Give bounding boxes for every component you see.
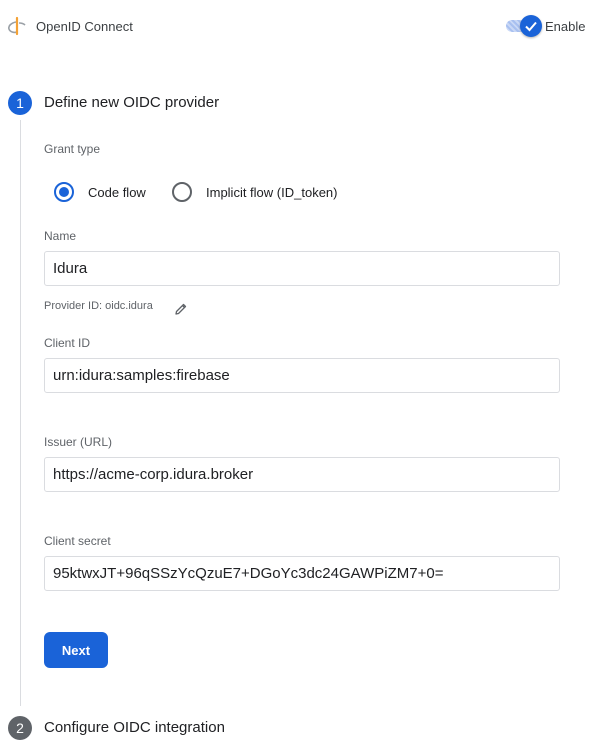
- pencil-icon[interactable]: [174, 302, 188, 316]
- enable-toggle[interactable]: [504, 15, 542, 37]
- issuer-url-input[interactable]: [44, 457, 560, 492]
- issuer-url-label: Issuer (URL): [44, 435, 113, 449]
- client-id-label: Client ID: [44, 336, 91, 350]
- step-1-number: 1: [8, 91, 32, 115]
- next-button[interactable]: Next: [44, 632, 108, 668]
- client-secret-label: Client secret: [44, 534, 111, 548]
- implicit-flow-radio[interactable]: [172, 182, 192, 202]
- check-icon: [525, 21, 537, 32]
- name-input[interactable]: [44, 251, 560, 286]
- step-connector-line: [20, 120, 21, 706]
- step-1-title: Define new OIDC provider: [44, 94, 220, 111]
- openid-logo-icon: [8, 16, 26, 36]
- name-label: Name: [44, 229, 77, 243]
- code-flow-radio[interactable]: [54, 182, 74, 202]
- provider-id-text: Provider ID: oidc.idura: [44, 300, 153, 312]
- enable-label: Enable: [545, 19, 586, 34]
- header: OpenID Connect Enable: [0, 0, 594, 54]
- grant-type-label: Grant type: [44, 142, 101, 156]
- toggle-knob: [520, 15, 542, 37]
- step-2-number: 2: [8, 716, 32, 740]
- code-flow-label[interactable]: Code flow: [88, 185, 146, 200]
- client-secret-input[interactable]: [44, 556, 560, 591]
- app-title: OpenID Connect: [36, 19, 133, 34]
- step-2-title[interactable]: Configure OIDC integration: [44, 719, 225, 736]
- client-id-input[interactable]: [44, 358, 560, 393]
- implicit-flow-label[interactable]: Implicit flow (ID_token): [206, 185, 337, 200]
